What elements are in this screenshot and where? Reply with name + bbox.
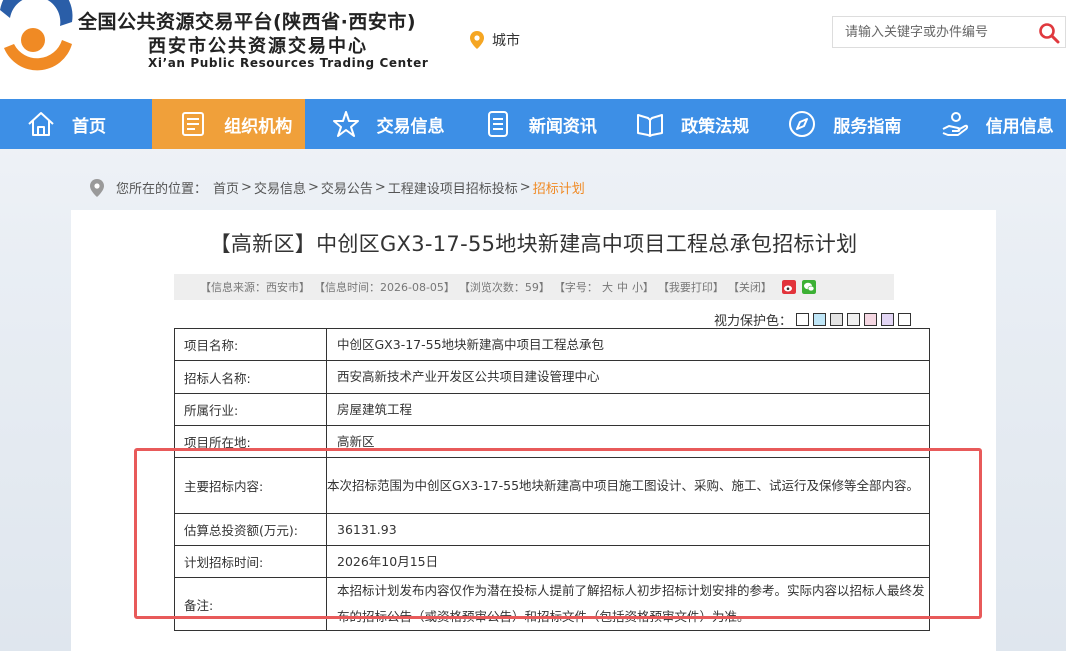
nav-item-news[interactable]: 新闻资讯 [457,99,609,149]
compass-icon [789,111,816,137]
table-row: 估算总投资额(万元): 36131.93 [174,513,930,546]
breadcrumb-current[interactable]: 招标计划 [533,178,585,197]
weibo-share-icon[interactable] [781,280,796,294]
meta-font-label: 【字号： [553,281,598,294]
site-logo[interactable] [0,0,76,80]
star-icon [332,111,359,137]
color-swatch-purple[interactable] [881,313,895,326]
nav-item-label: 组织机构 [224,116,293,137]
breadcrumb-separator: > [307,180,319,195]
nav-item-label: 新闻资讯 [528,116,597,137]
row-value: 西安高新技术产业开发区公共项目建设管理中心 [326,360,930,394]
breadcrumb-separator: > [374,180,386,195]
breadcrumb-label: 您所在的位置： [116,182,208,197]
color-swatch-white[interactable] [796,313,810,326]
nav-item-label: 服务指南 [833,116,902,137]
table-row: 项目所在地: 高新区 [174,425,930,458]
search-icon[interactable] [1037,21,1061,45]
row-value: 36131.93 [326,513,930,546]
table-row: 所属行业: 房屋建筑工程 [174,393,930,426]
site-subtitle: 西安市公共资源交易中心 [148,36,368,57]
nav-item-organization[interactable]: 组织机构 [152,99,305,149]
row-key: 招标人名称: [174,360,327,394]
vision-protection-colors: 视力保护色： [714,310,912,329]
table-row: 计划招标时间: 2026年10月15日 [174,545,930,578]
book-icon [637,114,664,137]
color-swatch-default[interactable] [898,313,912,326]
nav-item-label: 信用信息 [985,116,1054,137]
breadcrumb-home[interactable]: 首页 [213,178,239,197]
table-row: 项目名称: 中创区GX3-17-55地块新建高中项目工程总承包 [174,328,930,361]
nav-item-trade-info[interactable]: 交易信息 [305,99,457,149]
site-title: 全国公共资源交易平台(陕西省·西安市) [78,11,417,33]
row-value: 本招标计划发布内容仅作为潜在投标人提前了解招标人初步招标计划安排的参考。实际内容… [326,577,930,631]
font-size-large[interactable]: 大 [602,279,613,295]
site-header: 全国公共资源交易平台(陕西省·西安市) 西安市公共资源交易中心 Xi’an Pu… [0,0,1066,99]
breadcrumb-separator: > [519,180,531,195]
meta-time: 【信息时间：2026-08-05】 [314,281,455,294]
list-icon [487,111,508,137]
project-info-table: 项目名称: 中创区GX3-17-55地块新建高中项目工程总承包 招标人名称: 西… [174,328,930,631]
row-key: 计划招标时间: [174,545,327,578]
home-icon [28,112,54,136]
row-value: 本次招标范围为中创区GX3-17-55地块新建高中项目施工图设计、采购、施工、试… [326,457,930,514]
location-pin-icon [470,31,484,49]
color-swatch-pink[interactable] [864,313,878,326]
breadcrumb-separator: > [241,180,252,195]
meta-source: 【信息来源：西安市】 [200,281,310,294]
main-nav: 首页 组织机构 交易信息 新闻资讯 政策法规 服务指南 信用信息 [0,99,1066,149]
row-key: 备注: [174,577,327,631]
row-value: 中创区GX3-17-55地块新建高中项目工程总承包 [326,328,930,361]
row-key: 估算总投资额(万元): [174,513,327,546]
color-swatch-gray[interactable] [830,313,844,326]
print-link[interactable]: 【我要打印】 [658,279,724,295]
city-label: 城市 [492,33,520,49]
close-link[interactable]: 【关闭】 [728,279,772,295]
table-row: 主要招标内容: 本次招标范围为中创区GX3-17-55地块新建高中项目施工图设计… [174,457,930,514]
font-size-medium[interactable]: 中 [617,279,628,295]
breadcrumb: 您所在的位置： 首页 > 交易信息 > 交易公告 > 工程建设项目招标投标 > … [90,178,585,197]
document-icon [182,112,205,136]
article-title: 【高新区】中创区GX3-17-55地块新建高中项目工程总承包招标计划 [209,232,858,256]
breadcrumb-trade-info[interactable]: 交易信息 [254,178,306,197]
site-english-name: Xi’an Public Resources Trading Center [148,56,429,70]
row-key: 项目名称: [174,328,327,361]
table-row: 招标人名称: 西安高新技术产业开发区公共项目建设管理中心 [174,360,930,394]
article-meta-bar: 【信息来源：西安市】 【信息时间：2026-08-05】 【浏览次数：59】 【… [174,274,894,300]
meta-views: 【浏览次数：59】 [458,281,550,294]
wechat-share-icon[interactable] [801,280,816,294]
nav-item-label: 政策法规 [681,116,750,137]
nav-item-service-guide[interactable]: 服务指南 [761,99,913,149]
city-selector[interactable]: 城市 [470,30,520,50]
table-row: 备注: 本招标计划发布内容仅作为潜在投标人提前了解招标人初步招标计划安排的参考。… [174,577,930,631]
nav-item-credit[interactable]: 信用信息 [914,99,1066,149]
row-value: 高新区 [326,425,930,458]
nav-item-policy[interactable]: 政策法规 [609,99,761,149]
search-box [832,16,1066,48]
hand-icon [942,112,968,136]
row-key: 主要招标内容: [174,457,327,514]
color-swatch-blue[interactable] [813,313,827,326]
row-key: 项目所在地: [174,425,327,458]
location-pin-icon [90,178,104,197]
row-value: 2026年10月15日 [326,545,930,578]
row-value: 房屋建筑工程 [326,393,930,426]
article-panel: 【高新区】中创区GX3-17-55地块新建高中项目工程总承包招标计划 【信息来源… [71,210,996,651]
search-input[interactable] [833,17,1033,47]
nav-item-label: 首页 [72,116,106,137]
breadcrumb-construction-bidding[interactable]: 工程建设项目招标投标 [388,178,518,197]
font-size-small[interactable]: 小】 [632,279,654,295]
color-swatch-light-gray[interactable] [847,313,861,326]
nav-item-label: 交易信息 [376,116,445,137]
vision-label: 视力保护色： [714,314,793,329]
breadcrumb-trade-notice[interactable]: 交易公告 [321,178,373,197]
nav-item-home[interactable]: 首页 [0,99,152,149]
row-key: 所属行业: [174,393,327,426]
